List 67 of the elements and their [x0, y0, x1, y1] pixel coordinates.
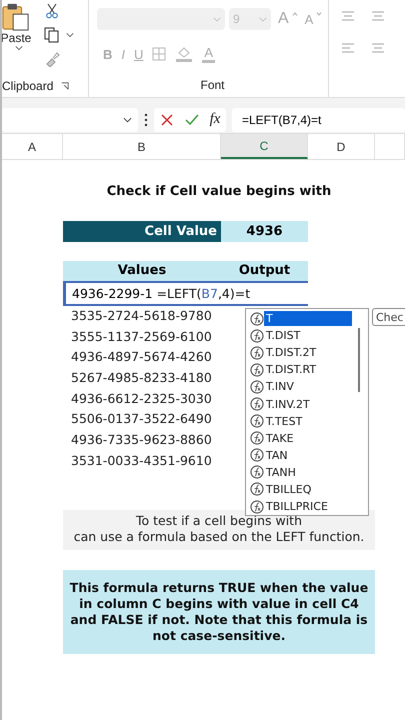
function-icon [250, 448, 264, 462]
function-icon [250, 362, 264, 377]
function-icon [250, 431, 264, 446]
table-cell: 4936 [221, 221, 308, 242]
table-cell: Cell Value [63, 221, 221, 242]
table-cell-text: 5267-4985-8233-4180 [70, 369, 213, 388]
column-header[interactable]: C [221, 134, 308, 159]
function-icon [250, 380, 264, 394]
caret-down-icon [316, 12, 322, 16]
align-center-icon[interactable] [371, 42, 385, 54]
function-icon [250, 465, 264, 480]
chevron-down-icon [259, 16, 267, 22]
table-cell-text: 3531-0033-4351-9610 [70, 452, 213, 470]
autocomplete-item[interactable]: T [264, 311, 352, 326]
chevron-down-icon [213, 16, 221, 22]
more-icon[interactable] [144, 112, 148, 126]
table-cell-text: 4936-6612-2325-3030 [70, 390, 213, 408]
function-icon [250, 328, 264, 343]
group-label: Clipboard [2, 79, 54, 93]
column-header[interactable]: A [2, 134, 63, 159]
info-box: This formula returns TRUE when the value in column C begins with value in cell C4 and FALSE if not. Note that this formula is not case-sensitive. [63, 570, 375, 654]
autocomplete-item[interactable]: TBILLEQ [264, 482, 352, 497]
group-label: Font [200, 78, 224, 92]
table-cell-text: 3555-1137-2569-6100 [70, 328, 213, 346]
paste-button[interactable]: Paste [2, 31, 32, 45]
border-icon[interactable] [152, 47, 166, 61]
align-middle-icon[interactable] [371, 10, 385, 22]
autocomplete-item[interactable]: T.DIST.RT [264, 362, 352, 378]
align-top-icon[interactable] [341, 10, 355, 22]
sheet-title: Check if Cell value begins with [106, 184, 332, 199]
function-icon [250, 482, 264, 496]
clipboard-icon[interactable] [2, 3, 30, 31]
autocomplete-item[interactable]: T.DIST.2T [264, 345, 352, 360]
table-cell-text: 4936-4897-5674-4260 [70, 348, 213, 366]
table-cell-text: 4936-7335-9623-8860 [70, 431, 213, 450]
check-icon[interactable] [184, 112, 199, 126]
chevron-down-icon[interactable] [66, 32, 74, 38]
autocomplete-item[interactable]: TAKE [264, 430, 352, 446]
insert-function-button[interactable]: fx [210, 111, 220, 128]
autocomplete-item[interactable]: T.DIST [264, 328, 352, 344]
function-icon [250, 414, 264, 428]
dialog-launcher-icon[interactable] [61, 82, 70, 90]
autocomplete-item[interactable]: T.INV [264, 379, 352, 394]
function-icon [250, 397, 264, 412]
cancel-icon[interactable] [160, 112, 174, 126]
align-left-icon[interactable] [341, 42, 355, 54]
copy-icon[interactable] [44, 27, 60, 43]
autocomplete-item[interactable]: T.INV.2T [264, 396, 352, 412]
function-icon [250, 346, 264, 360]
note-box: To test if a cell begins with can use a formula based on the LEFT function. [63, 510, 375, 550]
scissors-icon[interactable] [44, 3, 60, 19]
autocomplete-item[interactable]: TANH [264, 464, 352, 480]
autocomplete-item[interactable]: T.TEST [264, 414, 352, 429]
table-cell-text: 3535-2724-5618-9780 [70, 307, 213, 325]
function-icon [250, 312, 264, 326]
chevron-down-icon[interactable] [15, 45, 23, 51]
editing-cell[interactable]: 4936-2299-1 =LEFT(B7,4)=t [63, 283, 308, 304]
table-header: Values [63, 261, 221, 281]
function-tooltip: Chec [372, 308, 405, 326]
table-cell-text: 5506-0137-3522-6490 [70, 410, 213, 428]
formula-field[interactable]: =LEFT(B7,4)=t [232, 108, 405, 132]
paintbrush-icon[interactable] [44, 51, 60, 67]
table-header: Output [221, 261, 308, 281]
autocomplete-item[interactable]: TAN [264, 448, 352, 463]
paint-bucket-icon[interactable] [175, 46, 194, 62]
column-header[interactable]: D [308, 134, 375, 159]
caret-up-icon [292, 12, 298, 16]
